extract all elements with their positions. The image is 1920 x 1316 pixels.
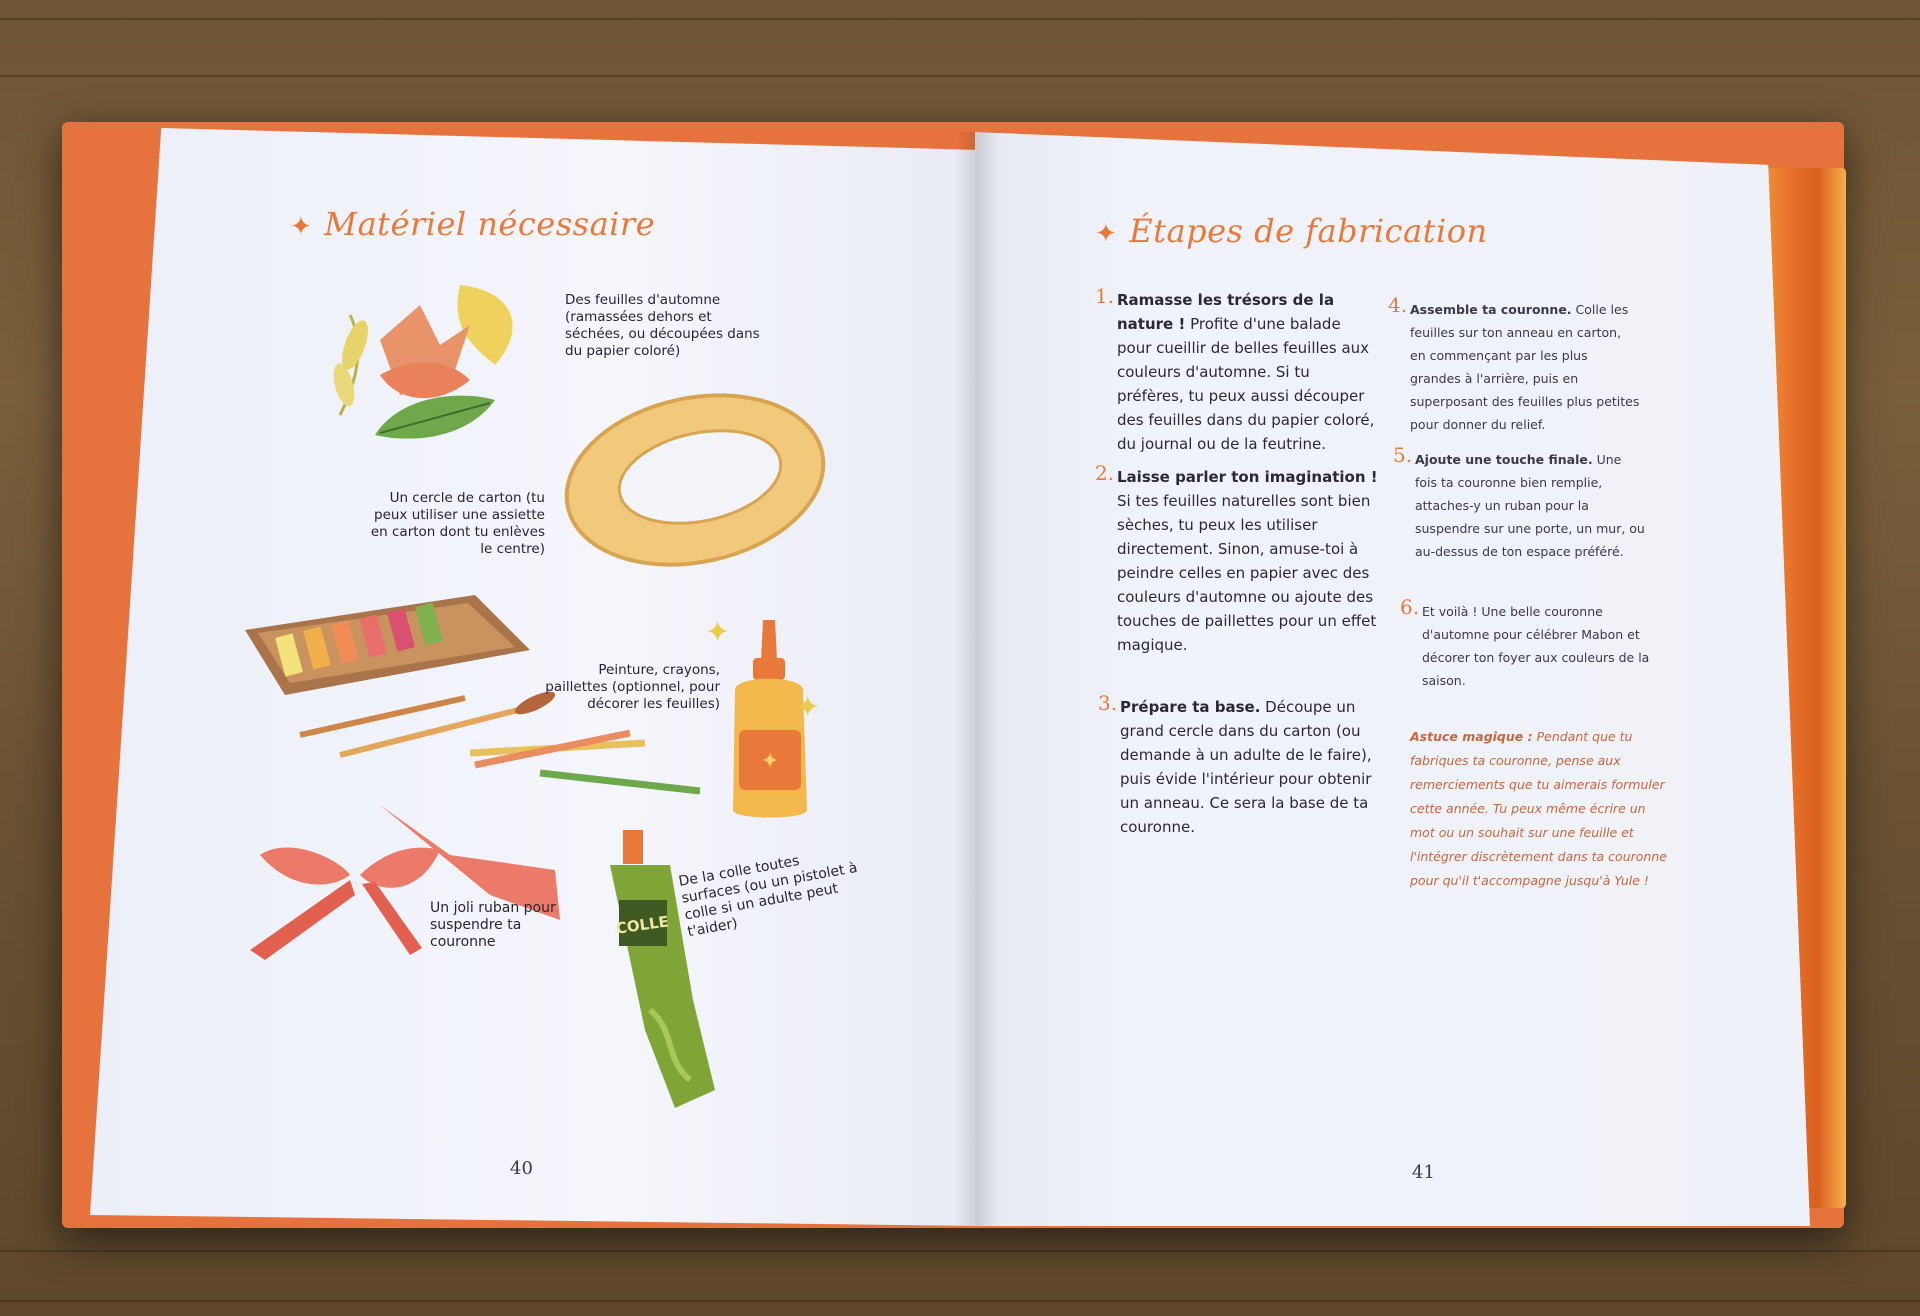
step-text: Découpe un grand cercle dans du carton (…: [1120, 698, 1372, 836]
leaves-caption: Des feuilles d'automne (ramassées dehors…: [565, 292, 760, 359]
cardboard-ring-illustration: [564, 393, 826, 567]
materials-heading: ✦ Matériel nécessaire: [290, 205, 656, 243]
step-6: 6. Et voilà ! Une belle couronne d'autom…: [1400, 596, 1652, 692]
step-title: Ajoute une touche finale.: [1415, 452, 1593, 467]
step-text: Colle les feuilles sur ton anneau en car…: [1410, 302, 1640, 432]
step-number: 5.: [1393, 443, 1413, 467]
sparkle-icon: ✦: [705, 616, 731, 649]
step-number: 2.: [1095, 461, 1115, 485]
magic-tip: Astuce magique : Pendant que tu fabrique…: [1410, 725, 1670, 893]
step-number: 4.: [1388, 293, 1408, 317]
ring-caption: Un cercle de carton (tu peux utiliser un…: [370, 490, 545, 557]
step-4: 4. Assemble ta couronne. Colle les feuil…: [1388, 294, 1640, 436]
step-text: Et voilà ! Une belle couronne d'automne …: [1422, 604, 1650, 688]
page-number-left: 40: [510, 1158, 533, 1179]
step-number: 1.: [1095, 284, 1115, 308]
autumn-leaves-illustration: [333, 285, 513, 439]
sparkle-icon: ✦: [290, 212, 313, 242]
step-text: Une fois ta couronne bien remplie, attac…: [1415, 452, 1645, 559]
floor-board-line: [0, 1250, 1920, 1252]
steps-heading: ✦ Étapes de fabrication: [1095, 212, 1488, 250]
floor-board-line: [0, 75, 1920, 77]
magic-tip-text: Pendant que tu fabriques ta couronne, pe…: [1410, 729, 1667, 888]
svg-text:✦: ✦: [761, 749, 779, 774]
step-number: 3.: [1098, 691, 1118, 715]
step-2: 2. Laisse parler ton imagination ! Si te…: [1095, 461, 1379, 657]
step-number: 6.: [1400, 595, 1420, 619]
step-text: Profite d'une balade pour cueillir de be…: [1117, 315, 1375, 453]
book-gutter: [955, 132, 999, 1226]
sparkle-icon: ✦: [1095, 219, 1118, 249]
page-number-right: 41: [1412, 1162, 1435, 1183]
step-3: 3. Prépare ta base. Découpe un grand cer…: [1098, 691, 1382, 839]
step-title: Prépare ta base.: [1120, 698, 1261, 716]
step-text: Si tes feuilles naturelles sont bien sèc…: [1117, 492, 1377, 654]
floor-board-line: [0, 18, 1920, 20]
floor-board-line: [0, 1300, 1920, 1302]
sparkle-icon: ✦: [795, 691, 821, 724]
step-title: Laisse parler ton imagination !: [1117, 468, 1378, 486]
ribbon-caption: Un joli ruban pour suspendre ta couronne: [430, 900, 556, 950]
step-1: 1. Ramasse les trésors de la nature ! Pr…: [1095, 284, 1379, 456]
paint-caption: Peinture, crayons, paillettes (optionnel…: [545, 662, 720, 712]
step-title: Assemble ta couronne.: [1410, 302, 1572, 317]
magic-tip-label: Astuce magique :: [1410, 729, 1533, 744]
step-5: 5. Ajoute une touche finale. Une fois ta…: [1393, 444, 1645, 563]
